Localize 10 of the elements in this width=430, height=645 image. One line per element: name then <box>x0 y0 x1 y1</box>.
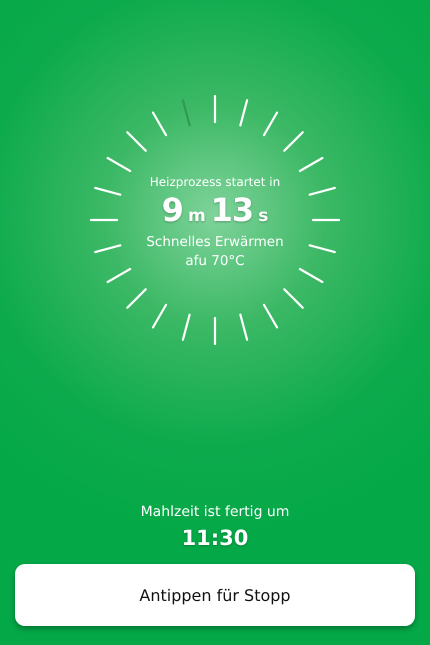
heating-mode: Schnelles Erwärmen <box>146 233 284 252</box>
countdown-unit: m <box>188 206 206 226</box>
countdown-unit: s <box>258 206 268 226</box>
finish-time: 11:30 <box>182 526 248 550</box>
countdown-value: 13 <box>210 191 254 229</box>
stop-button[interactable]: Antippen für Stopp <box>15 564 415 626</box>
countdown-value: 9 <box>162 191 183 229</box>
target-temperature: afu 70°C <box>185 252 245 271</box>
countdown-caption: Heizprozess startet in <box>150 175 280 189</box>
finish-label: Mahlzeit ist fertig um <box>140 504 290 520</box>
